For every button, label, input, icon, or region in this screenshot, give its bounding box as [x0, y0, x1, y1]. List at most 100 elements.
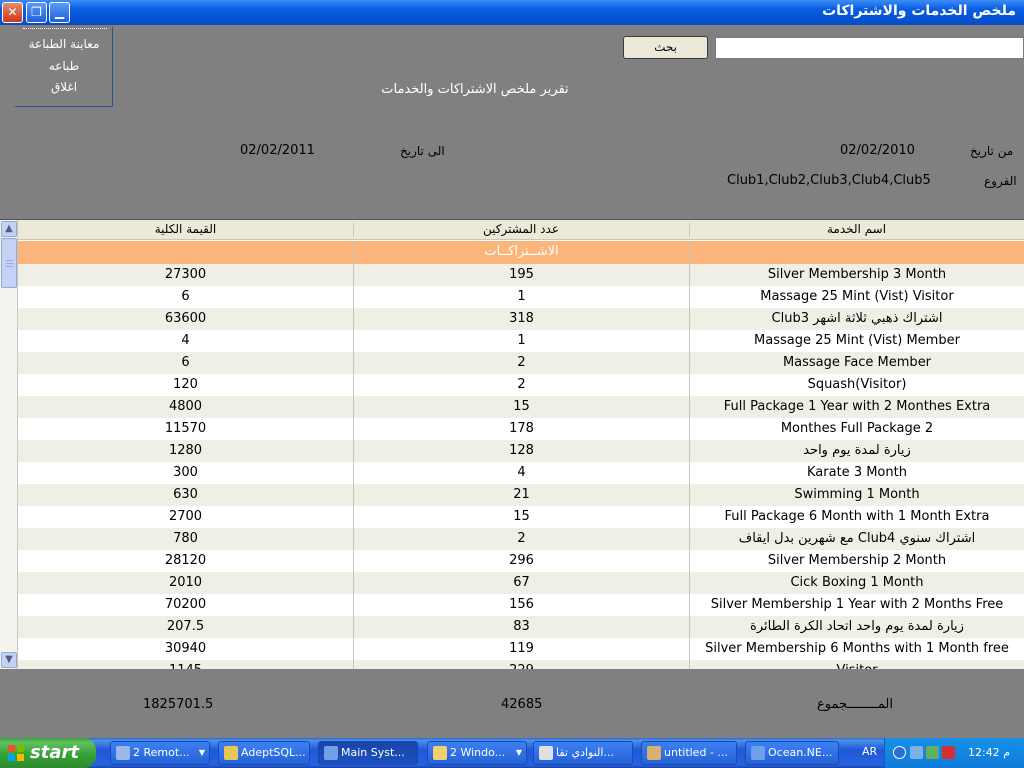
- cell-value: 4800: [168, 399, 203, 414]
- to-date-value: 02/02/2011: [240, 143, 315, 158]
- taskbar-button[interactable]: AdeptSQL...: [218, 741, 310, 765]
- minimize-button[interactable]: ▁: [49, 2, 70, 23]
- cell-service-name: Silver Membership 6 Months with 1 Month …: [689, 638, 1024, 660]
- table-row[interactable]: 1280 128 زيارة لمدة يوم واحد: [18, 440, 1024, 462]
- security-icon[interactable]: [926, 746, 939, 759]
- table-row[interactable]: 11570 178 Monthes Full Package 2: [18, 418, 1024, 440]
- cell-count: 119: [353, 638, 689, 660]
- cell-service-name: Massage 25 Mint (Vist) Member: [689, 330, 1024, 352]
- column-header-count[interactable]: عدد المشتركين: [353, 222, 689, 240]
- scroll-down-icon[interactable]: ▼: [1, 652, 17, 668]
- taskbar-button[interactable]: 2 Remot... ▼: [110, 741, 210, 765]
- group-row: الاشــتراكــات: [18, 241, 1024, 264]
- scroll-thumb[interactable]: [1, 238, 17, 288]
- cell-service-name: Silver Membership 3 Month: [689, 264, 1024, 286]
- table-row[interactable]: 70200 156 Silver Membership 1 Year with 2 …: [18, 594, 1024, 616]
- print-menu: معاينة الطباعة طباعه اغلاق: [15, 27, 113, 107]
- totals-label: المــــــــجموع: [817, 697, 893, 712]
- cell-count: 195: [353, 264, 689, 286]
- cell-service-name: Silver Membership 1 Year with 2 Months F…: [689, 594, 1024, 616]
- cell-value: 70200: [164, 597, 207, 612]
- cell-service-name: Monthes Full Package 2: [689, 418, 1024, 440]
- table-row[interactable]: 6 1 Massage 25 Mint (Vist) Visitor: [18, 286, 1024, 308]
- taskbar-button-label: 2 Windo...: [450, 746, 506, 759]
- system-tray: 12:42 م: [884, 738, 1024, 768]
- table-row[interactable]: 2700 15 Full Package 6 Month with 1 Month …: [18, 506, 1024, 528]
- taskbar-button[interactable]: untitled - ...: [641, 741, 737, 765]
- taskbar-button-label: untitled - ...: [664, 746, 728, 759]
- table-row[interactable]: 780 2 اشتراك سنوي Club4 مع شهرين بدل ايقاف: [18, 528, 1024, 550]
- cell-service-name: اشتراك سنوي Club4 مع شهرين بدل ايقاف: [689, 528, 1024, 550]
- cell-value: 4: [181, 333, 190, 348]
- cell-service-name: Full Package 1 Year with 2 Monthes Extra: [689, 396, 1024, 418]
- table-row[interactable]: 1145229Visitor: [18, 660, 1024, 669]
- taskbar-button[interactable]: Ocean.NE...: [745, 741, 839, 765]
- cell-count: 83: [353, 616, 689, 638]
- cell-count: 15: [353, 506, 689, 528]
- taskbar-button[interactable]: Main Syst...: [318, 741, 418, 765]
- table-row[interactable]: 30940 119 Silver Membership 6 Months with …: [18, 638, 1024, 660]
- cell-service-name: Massage Face Member: [689, 352, 1024, 374]
- cell-value: 300: [173, 465, 198, 480]
- cell-count: 1: [353, 286, 689, 308]
- table-row[interactable]: 630 21 Swimming 1 Month: [18, 484, 1024, 506]
- arrow-icon[interactable]: [893, 746, 906, 759]
- cell-service-name: اشتراك ذهبي ثلاثة اشهر Club3: [689, 308, 1024, 330]
- table-header: القيمة الكلية عدد المشتركين اسم الخدمة: [18, 220, 1024, 240]
- report-title: تقرير ملخص الاشتراكات والخدمات: [381, 82, 569, 97]
- column-header-value[interactable]: القيمة الكلية: [18, 222, 353, 240]
- cell-service-name: زيارة لمدة يوم واحد اتحاد الكرة الطائرة: [689, 616, 1024, 638]
- cell-service-name: Full Package 6 Month with 1 Month Extra: [689, 506, 1024, 528]
- table-row[interactable]: 120 2 (Squash(Visitor: [18, 374, 1024, 396]
- network-icon[interactable]: [910, 746, 923, 759]
- table-row[interactable]: 6 2 Massage Face Member: [18, 352, 1024, 374]
- cell-service-name: Silver Membership 2 Month: [689, 550, 1024, 572]
- dropdown-arrow-icon: ▼: [198, 748, 205, 757]
- taskbar-button-label: AdeptSQL...: [241, 746, 306, 759]
- dropdown-arrow-icon: ▼: [515, 748, 522, 757]
- app-icon: [647, 746, 661, 760]
- cell-service-name: Karate 3 Month: [689, 462, 1024, 484]
- print-menu-item[interactable]: طباعه: [15, 59, 113, 73]
- antivirus-icon[interactable]: [942, 746, 955, 759]
- table-row[interactable]: 28120 296 Silver Membership 2 Month: [18, 550, 1024, 572]
- windows-logo-icon: [8, 745, 24, 761]
- cell-value: 1145: [18, 660, 353, 669]
- taskbar-button[interactable]: النوادي تقا...: [533, 741, 633, 765]
- close-button[interactable]: ✕: [2, 2, 23, 23]
- restore-button[interactable]: ❐: [26, 2, 47, 23]
- table-row[interactable]: 2010 67 Cick Boxing 1 Month: [18, 572, 1024, 594]
- search-input[interactable]: [715, 37, 1024, 59]
- from-date-label: من تاريخ: [970, 144, 1014, 158]
- cell-value: 30940: [164, 641, 207, 656]
- table-row[interactable]: 4800 15 Full Package 1 Year with 2 Monthes…: [18, 396, 1024, 418]
- table-row[interactable]: 4 1 Massage 25 Mint (Vist) Member: [18, 330, 1024, 352]
- to-date-label: الى تاريخ: [400, 144, 445, 158]
- close-menu-item[interactable]: اغلاق: [15, 80, 113, 94]
- taskbar-button-label: النوادي تقا...: [556, 746, 614, 759]
- cell-count: 156: [353, 594, 689, 616]
- vertical-scrollbar[interactable]: ▲ ▼: [0, 220, 18, 669]
- app-icon: [539, 746, 553, 760]
- clock: 12:42 م: [967, 746, 1010, 759]
- cell-count: 229: [353, 660, 689, 669]
- search-button[interactable]: بحث: [623, 36, 708, 59]
- scroll-up-icon[interactable]: ▲: [1, 221, 17, 237]
- table-row[interactable]: 63600 318 اشتراك ذهبي ثلاثة اشهر Club3: [18, 308, 1024, 330]
- cell-count: 2: [353, 352, 689, 374]
- table-row[interactable]: 27300 195 Silver Membership 3 Month: [18, 264, 1024, 286]
- cell-count: 2: [353, 528, 689, 550]
- cell-count: 2: [353, 374, 689, 396]
- table-row[interactable]: 207.5 83 زيارة لمدة يوم واحد اتحاد الكرة ا…: [18, 616, 1024, 638]
- language-indicator[interactable]: AR: [862, 745, 877, 758]
- start-label: start: [30, 742, 79, 763]
- start-button[interactable]: start: [0, 738, 96, 768]
- taskbar-button-label: 2 Remot...: [133, 746, 190, 759]
- cell-value: 11570: [164, 421, 207, 436]
- taskbar-button[interactable]: 2 Windo... ▼: [427, 741, 527, 765]
- print-preview-menu-item[interactable]: معاينة الطباعة: [15, 37, 113, 51]
- column-header-name[interactable]: اسم الخدمة: [689, 222, 1024, 240]
- window-title: ملخص الخدمات والاشتراكات: [822, 3, 1016, 19]
- cell-count: 21: [353, 484, 689, 506]
- table-row[interactable]: 300 4 Karate 3 Month: [18, 462, 1024, 484]
